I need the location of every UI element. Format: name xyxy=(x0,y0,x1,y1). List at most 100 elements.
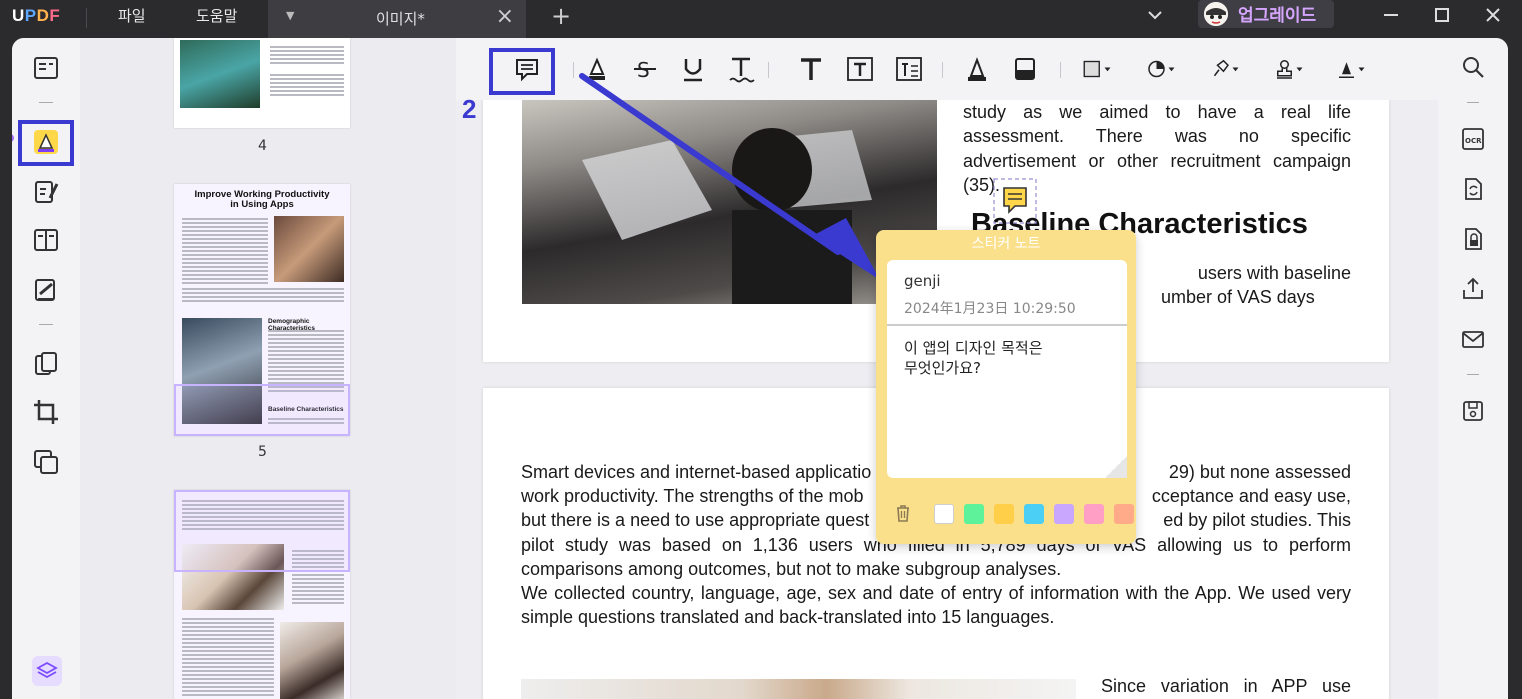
toolbar-separator xyxy=(573,62,574,78)
color-swatch[interactable] xyxy=(964,504,984,524)
form-icon[interactable] xyxy=(32,226,60,254)
eraser-tool-icon[interactable] xyxy=(1010,54,1040,84)
paragraph-line: Since variation in APP use xyxy=(1101,676,1351,696)
ocr-icon[interactable]: OCR xyxy=(1460,126,1486,152)
sticky-note-card: genji 2024年1月23日 10:29:50 이 앱의 디자인 목적은 무… xyxy=(887,260,1127,478)
thumbnail-page-number: 5 xyxy=(258,444,267,460)
sticky-note-popup: 스티커 노트 genji 2024年1月23日 10:29:50 이 앱의 디자… xyxy=(876,230,1136,544)
right-tool-rail: OCR xyxy=(1438,38,1508,699)
toolbar-separator xyxy=(942,62,943,78)
tab-close-icon[interactable]: × xyxy=(496,4,514,29)
toolbar-highlight-box xyxy=(489,48,555,95)
paragraph-line: Smart devices and internet-based applica… xyxy=(521,462,872,482)
thumbnail-page-4[interactable] xyxy=(174,38,350,128)
avatar xyxy=(1204,2,1228,26)
paragraph-line: comparisons among outcomes, but not to m… xyxy=(521,559,1062,579)
menu-file[interactable]: 파일 xyxy=(118,5,146,26)
layers-icon xyxy=(36,661,58,679)
color-swatch[interactable] xyxy=(934,504,954,524)
stamp-tool-icon[interactable] xyxy=(1274,54,1304,84)
rail-separator xyxy=(39,324,53,325)
left-tool-rail: 1 xyxy=(12,38,100,699)
thumbnail-pane: 4 Improve Working Productivity in Using A… xyxy=(80,38,456,699)
upgrade-button[interactable]: 업그레이드 xyxy=(1198,0,1334,28)
partial-text-line: users with baseline xyxy=(1197,263,1351,283)
chevron-down-icon[interactable] xyxy=(1146,6,1164,24)
tab-dropdown-icon[interactable]: ▼ xyxy=(286,9,294,22)
active-indicator xyxy=(12,134,14,142)
menu-help[interactable]: 도움말 xyxy=(196,5,237,26)
paragraph-line: but there is a need to use appropriate q… xyxy=(521,510,870,530)
step-marker-2: 2 xyxy=(462,94,477,124)
left-rail-highlight-box xyxy=(18,120,74,166)
thumbnail-text xyxy=(182,286,344,304)
area-highlight-tool-icon[interactable] xyxy=(1146,54,1176,84)
title-separator xyxy=(86,8,87,28)
note-author: genji xyxy=(904,272,941,290)
document-workspace: study as we aimed to have a real life as… xyxy=(456,38,1438,699)
pin-tool-icon[interactable] xyxy=(1210,54,1240,84)
minimize-icon[interactable] xyxy=(1380,4,1402,26)
crop-icon[interactable] xyxy=(32,398,60,426)
note-page-fold xyxy=(1105,456,1127,478)
email-icon[interactable] xyxy=(1460,326,1486,352)
convert-icon[interactable] xyxy=(1460,176,1486,202)
note-divider xyxy=(887,324,1127,326)
note-timestamp: 2024年1月23日 10:29:50 xyxy=(904,301,1076,317)
trash-icon[interactable] xyxy=(892,502,914,524)
thumbnail-selection xyxy=(174,490,350,572)
color-swatch[interactable] xyxy=(1054,504,1074,524)
thumbnail-text xyxy=(182,616,274,698)
svg-text:OCR: OCR xyxy=(1465,137,1482,145)
thumbnail-image xyxy=(274,216,344,282)
note-message[interactable]: 이 앱의 디자인 목적은 무엇인가요? xyxy=(904,338,1043,378)
rail-separator xyxy=(1467,374,1479,375)
app-logo: UPDF xyxy=(12,6,61,25)
text-callout-tool-icon[interactable] xyxy=(894,54,924,84)
search-icon[interactable] xyxy=(1460,54,1486,80)
sticky-note-icon[interactable] xyxy=(993,178,1037,224)
paragraph-line: 29) but none assessed xyxy=(1168,462,1351,482)
thumbnail-title: Improve Working Productivity in Using App… xyxy=(194,189,330,210)
share-icon[interactable] xyxy=(1460,276,1486,302)
app-body: 1 xyxy=(12,38,1508,699)
paragraph-line: ed by pilot studies. This xyxy=(1163,510,1351,530)
signature-tool-icon[interactable] xyxy=(1336,54,1366,84)
tab-title: 이미지* xyxy=(376,10,425,28)
reader-mode-icon[interactable] xyxy=(32,54,60,82)
color-swatch[interactable] xyxy=(1114,504,1134,524)
thumbnail-text xyxy=(270,44,344,98)
shape-tool-icon[interactable] xyxy=(1082,54,1112,84)
paragraph-line: cceptance and easy use, xyxy=(1151,486,1351,506)
color-swatch[interactable] xyxy=(1024,504,1044,524)
thumbnail-image xyxy=(180,40,260,108)
new-tab-button[interactable]: + xyxy=(551,2,571,30)
protect-icon[interactable] xyxy=(1460,226,1486,252)
thumbnail-page-number: 4 xyxy=(258,138,267,154)
layers-button[interactable] xyxy=(32,656,62,686)
upgrade-label: 업그레이드 xyxy=(1238,6,1317,26)
thumbnail-selection xyxy=(174,384,350,436)
save-icon[interactable] xyxy=(1460,398,1486,424)
organize-pages-icon[interactable] xyxy=(32,350,60,378)
thumbnail-image xyxy=(280,622,344,699)
maximize-icon[interactable] xyxy=(1431,4,1453,26)
sticky-note-header: 스티커 노트 xyxy=(971,236,1041,252)
pencil-tool-icon[interactable] xyxy=(962,54,992,84)
color-swatch[interactable] xyxy=(1084,504,1104,524)
paragraph: We collected country, language, age, sex… xyxy=(521,583,1351,628)
color-swatch[interactable] xyxy=(994,504,1014,524)
title-bar: UPDF 파일 도움말 ▼ 이미지* × + 업그레이드 xyxy=(0,0,1522,38)
paragraph-line: work productivity. The strengths of the … xyxy=(521,486,864,506)
tools-icon[interactable] xyxy=(32,448,60,476)
toolbar-separator xyxy=(1060,62,1061,78)
rail-separator xyxy=(39,102,53,103)
close-window-icon[interactable] xyxy=(1482,4,1504,26)
sign-icon[interactable] xyxy=(32,276,60,304)
document-tab[interactable]: ▼ 이미지* × xyxy=(268,0,526,38)
rail-separator xyxy=(1467,102,1479,103)
edit-pdf-icon[interactable] xyxy=(32,178,60,206)
tutorial-arrow xyxy=(579,73,880,280)
page-photo xyxy=(521,679,1076,699)
partial-text-line: umber of VAS days xyxy=(1161,287,1315,307)
